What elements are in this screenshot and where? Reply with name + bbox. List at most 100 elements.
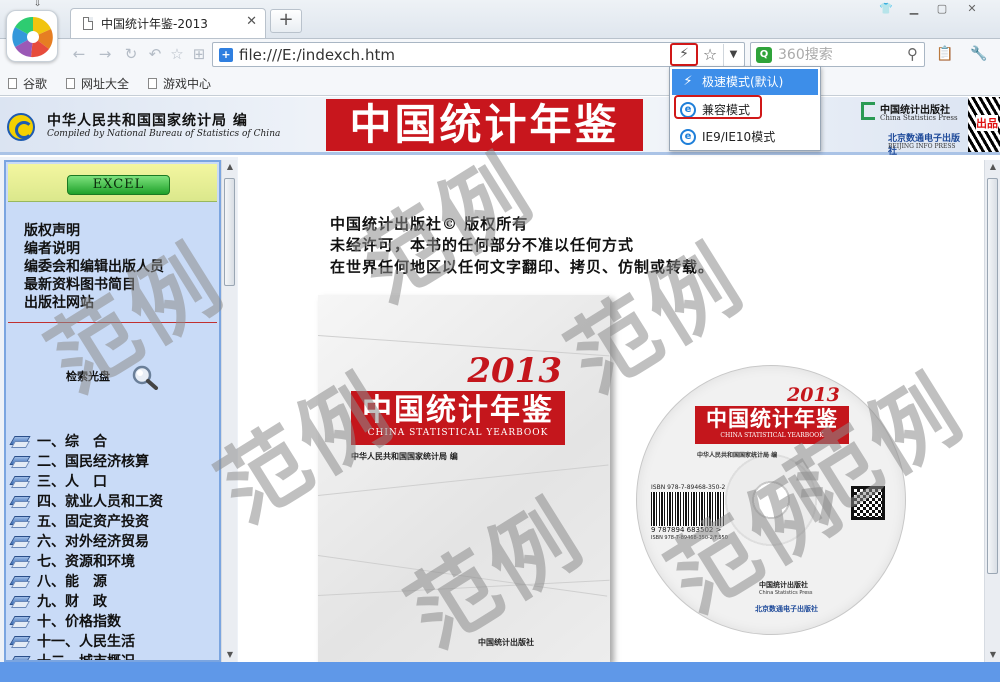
disc-press-cn: 中国统计出版社: [759, 581, 808, 589]
undo-icon[interactable]: ↶: [144, 43, 166, 65]
content-scroll-thumb[interactable]: [987, 178, 998, 574]
chapter-label: 六、对外经济贸易: [37, 534, 149, 550]
cover-line: [318, 555, 608, 597]
chapter-label: 九、财 政: [37, 594, 107, 610]
disc-year: 2013: [787, 384, 840, 406]
search-cd-label[interactable]: 检索光盘: [66, 368, 110, 384]
chapter-item[interactable]: 二、国民经济核算: [12, 452, 149, 472]
disc-isbn-top: ISBN 978-7-89468-350-2: [651, 484, 726, 491]
content-scrollbar[interactable]: ▲ ▼: [984, 160, 1000, 662]
copyright-line-1: 中国统计出版社© 版权所有: [330, 215, 529, 233]
disc-press2: 北京数通电子出版社: [755, 605, 818, 613]
scroll-down-arrow-icon[interactable]: ▼: [222, 648, 238, 662]
page-icon: [148, 78, 157, 89]
search-box[interactable]: Q ⚲: [750, 42, 925, 67]
chapter-label: 二、国民经济核算: [37, 454, 149, 470]
sidebar: EXCEL 版权声明 编者说明 编委会和编辑出版人员 最新资料图书简目 出版社网…: [4, 160, 221, 662]
render-mode-button[interactable]: ⚡: [670, 43, 698, 66]
link-editorial-board[interactable]: 编委会和编辑出版人员: [24, 258, 164, 276]
book-icon: [12, 536, 27, 547]
chapter-item[interactable]: 七、资源和环境: [12, 552, 135, 572]
chevron-down-icon[interactable]: ▼: [723, 44, 743, 66]
lightning-icon: ⚡: [683, 74, 693, 89]
bookmark-url-directory[interactable]: 网址大全: [66, 75, 129, 92]
address-bar[interactable]: + file:///E:/indexch.htm ⚡ ☆ ▼: [212, 42, 745, 67]
reload-icon[interactable]: ↻: [120, 43, 142, 65]
disc-press-en: China Statistics Press: [759, 590, 813, 596]
chapter-item[interactable]: 九、财 政: [12, 592, 107, 612]
book-icon: [12, 556, 27, 567]
disc-subtitle: CHINA STATISTICAL YEARBOOK: [720, 432, 824, 439]
link-latest-books[interactable]: 最新资料图书简目: [24, 276, 136, 294]
disc-title-block: 中国统计年鉴 CHINA STATISTICAL YEARBOOK: [695, 406, 849, 444]
tab-close-button[interactable]: ✕: [246, 14, 257, 29]
page-icon: [66, 78, 75, 89]
search-input[interactable]: [778, 45, 898, 65]
arrow-down-icon: ⇩: [34, 0, 42, 9]
scroll-up-arrow-icon[interactable]: ▲: [985, 160, 1000, 174]
chapter-item[interactable]: 三、人 口: [12, 472, 107, 492]
bookmark-google[interactable]: 谷歌: [8, 75, 47, 92]
favorite-star-icon[interactable]: ☆: [166, 43, 188, 65]
book-icon: [12, 496, 27, 507]
chapter-item[interactable]: 十、价格指数: [12, 612, 121, 632]
menu-item-ie9-mode[interactable]: e IE9/IE10模式: [672, 124, 818, 150]
chapter-item[interactable]: 五、固定资产投资: [12, 512, 149, 532]
disc-isbn-bottom: ISBN 978-7-89468-350-2/F.550: [651, 535, 728, 541]
close-window-button[interactable]: ✕: [960, 2, 984, 18]
page-icon: [83, 17, 93, 30]
chapter-label: 四、就业人员和工资: [37, 494, 163, 510]
chapter-item[interactable]: 八、能 源: [12, 572, 107, 592]
magnifier-icon[interactable]: [130, 364, 160, 390]
cover-title: 中国统计年鉴: [362, 393, 554, 428]
chapter-item[interactable]: 十二、城市概况: [12, 652, 135, 660]
book-cover-image: 2013 中国统计年鉴 CHINA STATISTICAL YEARBOOK 中…: [318, 295, 610, 662]
link-publisher-site[interactable]: 出版社网站: [24, 294, 94, 312]
link-editor-notes[interactable]: 编者说明: [24, 240, 80, 258]
address-url[interactable]: file:///E:/indexch.htm: [239, 46, 395, 64]
excel-button[interactable]: EXCEL: [67, 175, 170, 195]
disc-title: 中国统计年鉴: [706, 407, 838, 431]
book-icon: [12, 516, 27, 527]
book-icon: [12, 436, 27, 447]
back-icon[interactable]: ←: [68, 43, 90, 65]
book-icon: [12, 576, 27, 587]
nbs-logo-icon: [7, 113, 35, 141]
status-bar: [0, 662, 1000, 682]
sidebar-scroll-thumb[interactable]: [224, 178, 235, 286]
search-engine-icon[interactable]: Q: [756, 47, 772, 63]
chapter-label: 十、价格指数: [37, 614, 121, 630]
maximize-button[interactable]: ▢: [930, 2, 954, 18]
browser-logo[interactable]: [6, 10, 58, 62]
minimize-button[interactable]: ▁: [902, 2, 926, 18]
divider: [8, 322, 217, 323]
bookmark-game-center[interactable]: 游戏中心: [148, 75, 211, 92]
search-icon[interactable]: ⚲: [907, 45, 918, 63]
cover-line: [318, 464, 609, 496]
navigation-bar: ← → ↻ ↶ ☆ ⊞ + file:///E:/indexch.htm ⚡ ☆…: [0, 38, 1000, 70]
tools-wrench-icon[interactable]: 🔧: [968, 43, 990, 65]
menu-item-compat-mode[interactable]: e 兼容模式: [672, 97, 818, 123]
scroll-down-arrow-icon[interactable]: ▼: [985, 648, 1000, 662]
ie-compat-icon[interactable]: [940, 43, 962, 65]
apps-grid-icon[interactable]: ⊞: [188, 43, 210, 65]
skin-icon[interactable]: 👕: [874, 2, 898, 18]
tab-current[interactable]: 中国统计年鉴-2013 ✕: [70, 8, 266, 38]
bookmark-star-icon[interactable]: ☆: [700, 44, 720, 66]
chapter-item[interactable]: 四、就业人员和工资: [12, 492, 163, 512]
cover-publisher: 中国统计出版社: [478, 638, 534, 647]
sidebar-scrollbar[interactable]: ▲ ▼: [221, 160, 237, 662]
chapter-label: 三、人 口: [37, 474, 107, 490]
chapter-item[interactable]: 六、对外经济贸易: [12, 532, 149, 552]
book-icon: [12, 616, 27, 627]
scroll-up-arrow-icon[interactable]: ▲: [222, 160, 238, 174]
menu-item-speed-mode[interactable]: ⚡ 极速模式(默认): [672, 69, 818, 95]
refresh-icon[interactable]: [97, 43, 119, 65]
chapter-item[interactable]: 十一、人民生活: [12, 632, 135, 652]
new-tab-button[interactable]: +: [270, 9, 302, 33]
book-icon: [12, 636, 27, 647]
chapter-item[interactable]: 一、综 合: [12, 432, 107, 452]
cover-year: 2013: [467, 351, 562, 391]
copyright-line-2: 未经许可，本书的任何部分不准以任何方式: [330, 236, 635, 254]
link-copyright[interactable]: 版权声明: [24, 222, 80, 240]
